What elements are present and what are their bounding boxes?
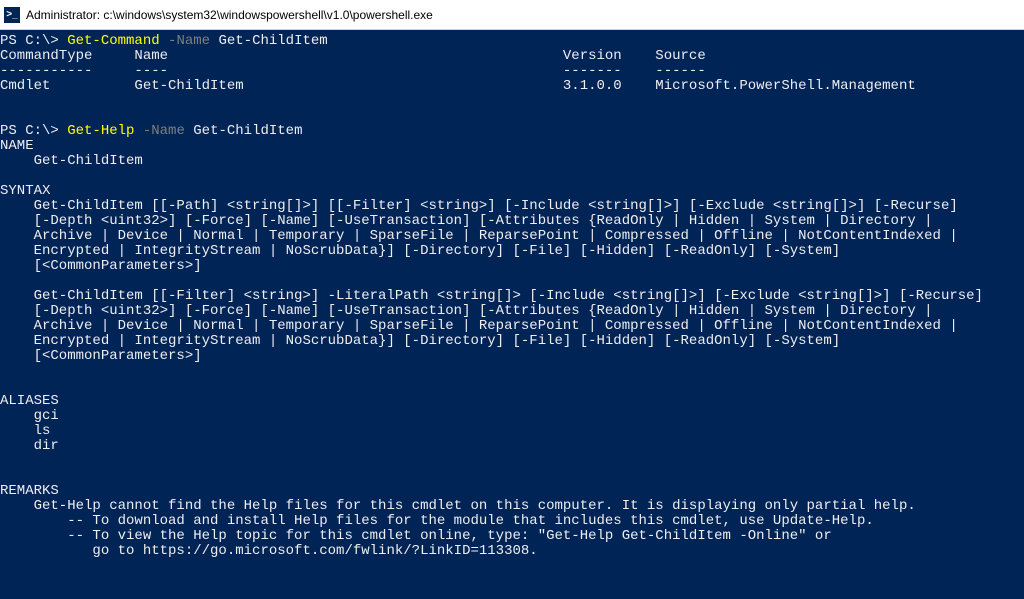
terminal-line: [0, 454, 1024, 469]
terminal-line: Encrypted | IntegrityStream | NoScrubDat…: [0, 334, 1024, 349]
window-title: Administrator: c:\windows\system32\windo…: [26, 8, 433, 22]
terminal-line: Get-Help cannot find the Help files for …: [0, 499, 1024, 514]
powershell-icon: >_: [4, 7, 20, 23]
terminal-line: ----------- ---- ------- ------: [0, 64, 1024, 79]
terminal-line: [<CommonParameters>]: [0, 349, 1024, 364]
terminal-line: [0, 364, 1024, 379]
terminal-line: Get-ChildItem [[-Path] <string[]>] [[-Fi…: [0, 199, 1024, 214]
terminal-line: [0, 379, 1024, 394]
terminal-line: [0, 94, 1024, 109]
terminal-line: PS C:\> Get-Help -Name Get-ChildItem: [0, 124, 1024, 139]
terminal-line: CommandType Name Version Source: [0, 49, 1024, 64]
terminal-line: -- To view the Help topic for this cmdle…: [0, 529, 1024, 544]
terminal-line: PS C:\> Get-Command -Name Get-ChildItem: [0, 34, 1024, 49]
terminal-line: ALIASES: [0, 394, 1024, 409]
terminal-line: go to https://go.microsoft.com/fwlink/?L…: [0, 544, 1024, 559]
terminal-line: [0, 469, 1024, 484]
terminal-line: NAME: [0, 139, 1024, 154]
prompt: PS C:\>: [0, 123, 67, 139]
argument: Get-ChildItem: [218, 33, 327, 49]
terminal-line: [0, 169, 1024, 184]
terminal-line: [-Depth <uint32>] [-Force] [-Name] [-Use…: [0, 304, 1024, 319]
prompt: PS C:\>: [0, 33, 67, 49]
terminal-line: Archive | Device | Normal | Temporary | …: [0, 229, 1024, 244]
terminal-line: Get-ChildItem [[-Filter] <string>] -Lite…: [0, 289, 1024, 304]
terminal-line: Encrypted | IntegrityStream | NoScrubDat…: [0, 244, 1024, 259]
cmdlet-name: Get-Help: [67, 123, 134, 139]
titlebar[interactable]: >_ Administrator: c:\windows\system32\wi…: [0, 0, 1024, 30]
terminal-line: [0, 109, 1024, 124]
terminal-area[interactable]: PS C:\> Get-Command -Name Get-ChildItemC…: [0, 30, 1024, 599]
terminal-line: Archive | Device | Normal | Temporary | …: [0, 319, 1024, 334]
terminal-line: Cmdlet Get-ChildItem 3.1.0.0 Microsoft.P…: [0, 79, 1024, 94]
terminal-line: [<CommonParameters>]: [0, 259, 1024, 274]
terminal-line: [0, 274, 1024, 289]
terminal-line: SYNTAX: [0, 184, 1024, 199]
parameter: -Name: [168, 33, 210, 49]
terminal-line: gci: [0, 409, 1024, 424]
powershell-window: >_ Administrator: c:\windows\system32\wi…: [0, 0, 1024, 599]
terminal-line: Get-ChildItem: [0, 154, 1024, 169]
terminal-line: -- To download and install Help files fo…: [0, 514, 1024, 529]
argument: Get-ChildItem: [193, 123, 302, 139]
terminal-line: [-Depth <uint32>] [-Force] [-Name] [-Use…: [0, 214, 1024, 229]
parameter: -Name: [143, 123, 185, 139]
terminal-line: [0, 574, 1024, 589]
terminal-line: REMARKS: [0, 484, 1024, 499]
cmdlet-name: Get-Command: [67, 33, 159, 49]
terminal-line: [0, 559, 1024, 574]
terminal-line: [0, 589, 1024, 599]
terminal-line: dir: [0, 439, 1024, 454]
terminal-line: ls: [0, 424, 1024, 439]
